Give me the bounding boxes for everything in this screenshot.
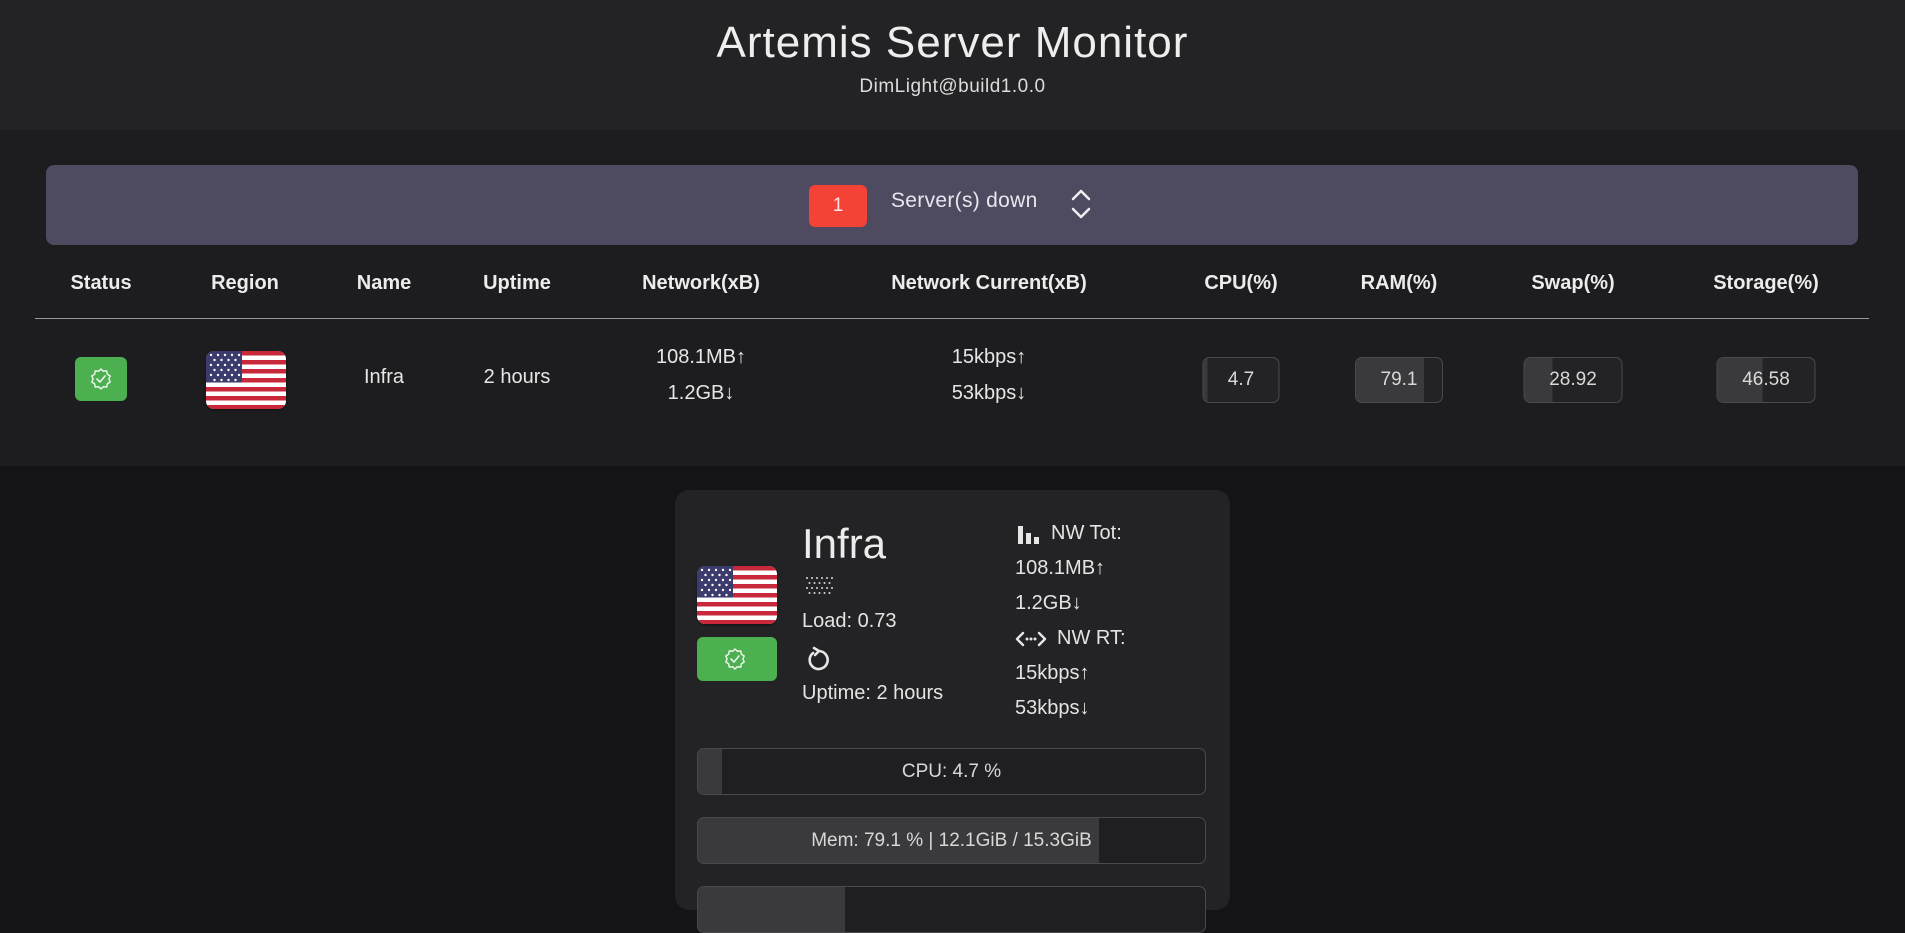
uptime-cell: 2 hours xyxy=(483,366,551,388)
network-current-cell: 15kbps↑ 53kbps↓ xyxy=(952,339,1027,411)
verified-badge-icon xyxy=(91,368,111,390)
server-card[interactable]: Infra Load: 0.73 Uptime: 2 hours NW Tot: xyxy=(675,490,1230,933)
us-flag-icon xyxy=(697,566,777,624)
server-name: Infra xyxy=(802,520,887,567)
bar-chart-icon xyxy=(1018,525,1039,544)
build-subtitle: DimLight@build1.0.0 xyxy=(859,76,1046,97)
server-table-header: Status Region Name Uptime Network(xB) Ne… xyxy=(35,272,1869,319)
us-flag-icon xyxy=(206,351,286,409)
load-average: Load: 0.73 xyxy=(802,610,897,632)
current-up: 15kbps↑ xyxy=(951,346,1027,368)
column-header-status[interactable]: Status xyxy=(70,272,131,295)
server-name-cell: Infra xyxy=(363,366,405,388)
network-stats: NW Tot: 108.1MB↑ 1.2GB↓ NW RT: 15kbps↑ 5… xyxy=(1015,516,1126,726)
expand-collapse-icon[interactable] xyxy=(1066,185,1096,223)
load-dots-icon xyxy=(805,576,835,603)
status-online-button[interactable] xyxy=(75,357,127,401)
servers-down-banner[interactable]: 1 Server(s) down xyxy=(46,165,1858,245)
code-arrows-icon xyxy=(1015,631,1047,646)
swap-progress-bar xyxy=(697,886,1206,933)
servers-down-label: Server(s) down xyxy=(891,189,1038,212)
nw-rt-down: 53kbps↓ xyxy=(1015,697,1090,719)
cpu-usage-value: 4.7 xyxy=(1227,369,1255,390)
page-header: Artemis Server Monitor DimLight@build1.0… xyxy=(0,0,1905,130)
nw-tot-down: 1.2GB↓ xyxy=(1015,592,1082,614)
page-title: Artemis Server Monitor xyxy=(716,18,1189,67)
overview-section: 1 Server(s) down Status Region Name Upti… xyxy=(0,130,1905,466)
uptime-text: Uptime: 2 hours xyxy=(802,682,944,704)
current-down: 53kbps↓ xyxy=(951,382,1027,404)
cpu-progress-label: CPU: 4.7 % xyxy=(901,761,1002,782)
swap-usage-box: 28.92 xyxy=(1523,357,1623,403)
swap-usage-value: 28.92 xyxy=(1549,369,1597,390)
column-header-network[interactable]: Network(xB) xyxy=(642,272,760,295)
ram-usage-value: 79.1 xyxy=(1380,369,1418,390)
ram-usage-box: 79.1 xyxy=(1355,357,1443,403)
storage-usage-box: 46.58 xyxy=(1716,357,1816,403)
column-header-ram[interactable]: RAM(%) xyxy=(1361,272,1438,295)
column-header-storage[interactable]: Storage(%) xyxy=(1713,272,1819,295)
column-header-swap[interactable]: Swap(%) xyxy=(1531,272,1614,295)
verified-badge-icon xyxy=(725,648,745,670)
column-header-cpu[interactable]: CPU(%) xyxy=(1204,272,1277,295)
column-header-network-current[interactable]: Network Current(xB) xyxy=(891,272,1087,295)
network-down: 1.2GB↓ xyxy=(667,382,735,404)
column-header-uptime[interactable]: Uptime xyxy=(483,272,551,295)
memory-progress-label: Mem: 79.1 % | 12.1GiB / 15.3GiB xyxy=(811,830,1092,851)
column-header-region[interactable]: Region xyxy=(211,272,279,295)
storage-usage-value: 46.58 xyxy=(1742,369,1790,390)
nw-rt-label: NW RT: xyxy=(1057,627,1126,649)
network-total-cell: 108.1MB↑ 1.2GB↓ xyxy=(656,339,746,411)
nw-rt-row: NW RT: xyxy=(1015,621,1126,656)
servers-down-count-badge: 1 xyxy=(809,185,867,227)
cpu-usage-box: 4.7 xyxy=(1202,357,1280,403)
nw-tot-label: NW Tot: xyxy=(1051,522,1122,544)
uptime-refresh-icon xyxy=(805,646,833,679)
column-header-name[interactable]: Name xyxy=(357,272,411,295)
memory-progress-bar: Mem: 79.1 % | 12.1GiB / 15.3GiB xyxy=(697,817,1206,864)
network-up: 108.1MB↑ xyxy=(655,346,747,368)
status-online-button[interactable] xyxy=(697,637,777,681)
swap-progress-fill xyxy=(698,887,845,932)
nw-tot-up: 108.1MB↑ xyxy=(1015,557,1106,579)
cpu-progress-bar: CPU: 4.7 % xyxy=(697,748,1206,795)
nw-tot-row: NW Tot: xyxy=(1015,516,1126,551)
nw-rt-up: 15kbps↑ xyxy=(1015,662,1090,684)
